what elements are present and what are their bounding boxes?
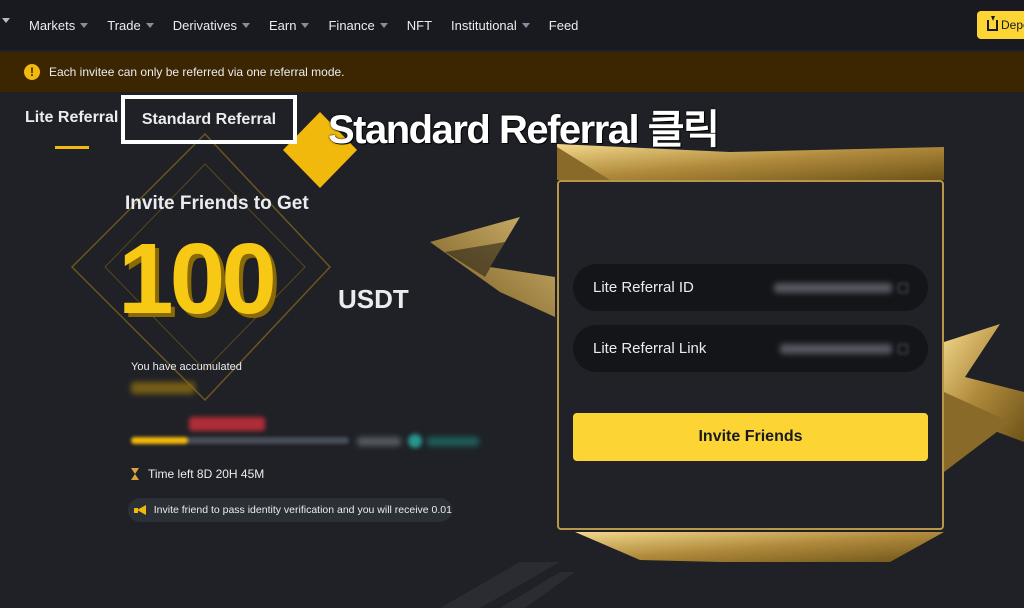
reward-progress-bar	[131, 437, 349, 444]
coin-text-blurred	[427, 437, 479, 446]
nav-menu: Markets Trade Derivatives Earn Finance N…	[29, 0, 597, 50]
chevron-down-icon	[242, 22, 251, 28]
invite-friends-button[interactable]: Invite Friends	[573, 413, 928, 461]
nav-item-label: Trade	[107, 17, 141, 33]
nav-item-derivatives[interactable]: Derivatives	[172, 17, 251, 33]
referral-link-blurred	[780, 343, 892, 354]
nav-item-finance[interactable]: Finance	[328, 17, 388, 33]
deposit-label: Depo	[1001, 18, 1024, 32]
nav-item-feed[interactable]: Feed	[549, 18, 579, 33]
accumulated-label: You have accumulated	[131, 361, 242, 373]
referral-id-value	[774, 282, 908, 293]
nav-item-label: Finance	[328, 17, 375, 33]
hint-banner: Invite friend to pass identity verificat…	[128, 498, 452, 522]
referral-id-label: Lite Referral ID	[593, 279, 694, 296]
promo-amount: 100	[118, 223, 277, 335]
warning-icon: !	[24, 64, 40, 80]
hint-text: Invite friend to pass identity verificat…	[153, 504, 452, 516]
chevron-down-icon	[521, 22, 530, 28]
nav-item-label: Derivatives	[172, 17, 238, 33]
top-navigation: Markets Trade Derivatives Earn Finance N…	[0, 0, 1024, 50]
chevron-down-icon[interactable]	[2, 18, 10, 23]
nav-item-label: Feed	[548, 17, 579, 33]
nav-item-earn[interactable]: Earn	[269, 17, 310, 33]
tab-lite-referral[interactable]: Lite Referral	[25, 109, 118, 127]
hourglass-icon	[131, 468, 140, 480]
referral-link-field[interactable]: Lite Referral Link	[573, 325, 928, 372]
time-left: Time left 8D 20H 45M	[131, 467, 264, 481]
megaphone-icon	[134, 504, 146, 516]
accumulated-value-blurred	[131, 382, 195, 394]
nav-item-trade[interactable]: Trade	[107, 17, 154, 33]
status-badge-blurred	[189, 417, 265, 431]
nav-item-label: Institutional	[451, 17, 517, 33]
reward-progress-fill	[131, 437, 188, 444]
referral-link-value	[780, 343, 908, 354]
referral-id-field[interactable]: Lite Referral ID	[573, 264, 928, 311]
active-tab-indicator	[55, 146, 89, 149]
download-icon	[987, 15, 998, 31]
copy-icon[interactable]	[898, 282, 908, 293]
annotation-callout: Standard Referral 클릭	[328, 108, 720, 152]
chevron-down-icon	[145, 22, 154, 28]
nav-item-label: NFT	[406, 17, 433, 33]
nav-item-nft[interactable]: NFT	[407, 18, 432, 33]
referral-id-blurred	[774, 282, 892, 293]
nav-item-label: Markets	[29, 17, 76, 33]
nav-item-markets[interactable]: Markets	[29, 17, 89, 33]
progress-text-blurred	[357, 437, 401, 446]
copy-icon[interactable]	[898, 343, 908, 354]
promo-title: Invite Friends to Get	[125, 193, 309, 214]
time-left-text: Time left 8D 20H 45M	[148, 467, 265, 481]
promo-unit: USDT	[338, 284, 409, 314]
tab-standard-label: Standard Referral	[141, 110, 277, 128]
chevron-down-icon	[301, 22, 310, 28]
coin-icon	[408, 434, 422, 448]
notice-banner: ! Each invitee can only be referred via …	[0, 52, 1024, 92]
nav-item-institutional[interactable]: Institutional	[451, 18, 530, 33]
invite-friends-label: Invite Friends	[698, 428, 803, 445]
referral-link-label: Lite Referral Link	[593, 340, 707, 357]
nav-item-label: Earn	[269, 17, 297, 33]
deposit-button[interactable]: Depo	[977, 11, 1024, 39]
referral-page: Markets Trade Derivatives Earn Finance N…	[0, 0, 1024, 608]
chevron-down-icon	[379, 22, 388, 28]
notice-text: Each invitee can only be referred via on…	[49, 65, 345, 79]
tab-standard-referral[interactable]: Standard Referral	[121, 95, 297, 144]
chevron-down-icon	[80, 22, 89, 28]
